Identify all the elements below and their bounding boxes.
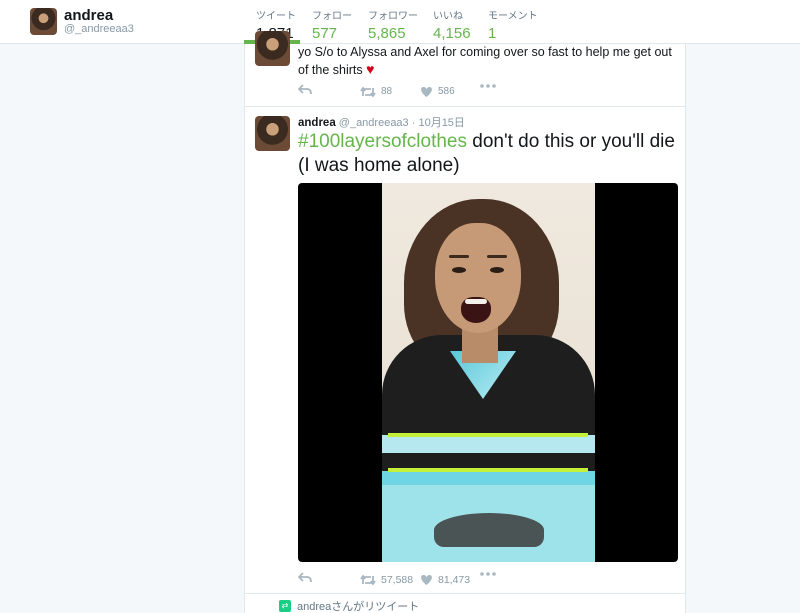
- stat-label: フォロワー: [368, 11, 418, 22]
- red-heart-emoji: ♥: [366, 61, 375, 77]
- profile-handle: @_andreeaa3: [64, 23, 134, 35]
- shirt-print: [434, 513, 544, 547]
- video-frame: [382, 183, 595, 562]
- person-brow: [487, 255, 507, 258]
- stat-label: フォロー: [312, 11, 352, 22]
- tweet-actions: 57,588 81,473: [298, 572, 678, 588]
- retweet-badge-icon: ⇄: [279, 600, 291, 612]
- heart-icon: [421, 574, 432, 585]
- more-button[interactable]: [480, 84, 496, 88]
- tweet-header: andrea @_andreeaa3 · 10月15日: [298, 114, 465, 130]
- like-count: 81,473: [438, 574, 471, 586]
- person-mouth: [461, 297, 491, 323]
- stat-value: 4,156: [433, 25, 471, 42]
- tweet-date[interactable]: · 10月15日: [412, 117, 465, 129]
- tweet-actions: 88 586: [298, 84, 678, 100]
- stat-label: ツイート: [256, 11, 296, 22]
- tweet-avatar[interactable]: [255, 116, 290, 151]
- person-eye: [452, 267, 466, 273]
- stat-value: 1: [488, 25, 497, 42]
- heart-icon: [421, 86, 432, 97]
- tweet-divider: [245, 106, 685, 107]
- retweet-button[interactable]: 88: [360, 84, 392, 100]
- hashtag-link[interactable]: #100layersofclothes: [298, 131, 467, 152]
- retweet-count: 88: [381, 86, 393, 97]
- author-name[interactable]: andrea: [298, 117, 336, 129]
- profile-nav-bar: andrea @_andreeaa3 ツイート 1,871 フォロー 577 フ…: [0, 0, 800, 44]
- tweet-divider: [245, 593, 685, 594]
- stat-value: 577: [312, 25, 338, 42]
- timeline: yo S/o to Alyssa and Axel for coming ove…: [244, 31, 686, 613]
- like-button[interactable]: 81,473: [420, 572, 470, 588]
- retweet-count: 57,588: [381, 574, 414, 586]
- retweet-icon: [360, 86, 376, 98]
- stat-moments[interactable]: モーメント 1: [488, 7, 538, 42]
- person-eye: [490, 267, 504, 273]
- tweet-text: #100layersofclothes don't do this or you…: [298, 130, 678, 178]
- tweet-avatar[interactable]: [255, 31, 290, 66]
- more-icon: [480, 84, 496, 88]
- reply-icon: [298, 84, 312, 95]
- person-face: [435, 223, 521, 333]
- stat-value: 5,865: [368, 25, 406, 42]
- tweet-body: yo S/o to Alyssa and Axel for coming ove…: [298, 45, 672, 77]
- stat-label: モーメント: [488, 11, 538, 22]
- stat-likes[interactable]: いいね 4,156: [433, 7, 471, 42]
- retweet-context-text[interactable]: andreaさんがリツイート: [297, 598, 419, 613]
- profile-avatar[interactable]: [30, 8, 57, 35]
- retweet-icon: [360, 574, 376, 586]
- stat-following[interactable]: フォロー 577: [312, 7, 352, 42]
- stat-followers[interactable]: フォロワー 5,865: [368, 7, 418, 42]
- profile-name[interactable]: andrea: [64, 7, 113, 24]
- reply-icon: [298, 572, 312, 583]
- retweet-context: ⇄ andreaさんがリツイート: [279, 598, 419, 613]
- stat-label: いいね: [433, 11, 463, 22]
- person-brow: [449, 255, 469, 258]
- shirt-band: [388, 433, 588, 437]
- like-button[interactable]: 586: [420, 84, 455, 100]
- author-handle[interactable]: @_andreeaa3: [339, 117, 409, 129]
- reply-button[interactable]: [298, 84, 312, 96]
- like-count: 586: [438, 86, 455, 97]
- retweet-button[interactable]: 57,588: [360, 572, 413, 588]
- reply-button[interactable]: [298, 572, 312, 584]
- shirt-band: [388, 468, 588, 472]
- more-icon: [480, 572, 496, 576]
- tweet-text: yo S/o to Alyssa and Axel for coming ove…: [298, 44, 678, 79]
- video-player[interactable]: [298, 183, 678, 562]
- more-button[interactable]: [480, 572, 496, 576]
